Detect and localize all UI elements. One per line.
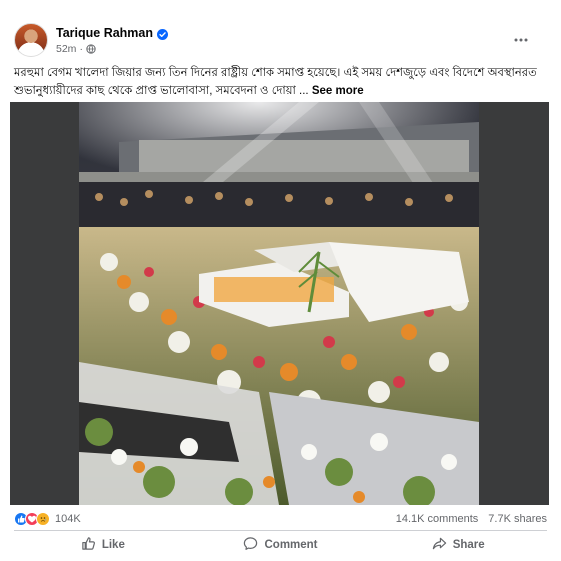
meta-separator: · xyxy=(79,42,83,55)
reaction-summary[interactable]: 104K xyxy=(14,512,81,526)
post-media[interactable] xyxy=(10,102,549,505)
verified-badge-icon xyxy=(157,27,169,40)
sad-reaction-icon xyxy=(36,512,50,526)
post-text: মরহুমা বেগম খালেদা জিয়ার জন্য তিন দিনের… xyxy=(14,64,544,100)
share-icon xyxy=(432,536,447,554)
author-block: Tarique Rahman 52m · xyxy=(56,26,169,55)
like-label: Like xyxy=(101,539,125,551)
post-body: মরহুমা বেগম খালেদা জিয়ার জন্য তিন দিনের… xyxy=(14,67,537,97)
post-time[interactable]: 52m xyxy=(56,43,76,55)
share-count[interactable]: 7.7K shares xyxy=(488,513,547,525)
stats-right: 14.1K comments 7.7K shares xyxy=(396,513,547,525)
reaction-count[interactable]: 104K xyxy=(55,513,81,525)
post-header: Tarique Rahman 52m · xyxy=(14,20,547,60)
share-button[interactable]: Share xyxy=(369,532,547,558)
comment-button[interactable]: Comment xyxy=(192,532,370,558)
comment-count[interactable]: 14.1K comments xyxy=(396,513,479,525)
post-stats: 104K 14.1K comments 7.7K shares xyxy=(14,510,547,528)
post-photo[interactable] xyxy=(79,102,479,505)
memorial-photo-illustration xyxy=(79,102,479,505)
action-divider xyxy=(14,530,547,531)
comment-icon xyxy=(243,536,258,554)
comment-label: Comment xyxy=(264,539,318,551)
thumbs-up-icon xyxy=(81,536,96,554)
author-name[interactable]: Tarique Rahman xyxy=(56,26,153,40)
post-actions: Like Comment Share xyxy=(14,532,547,558)
like-button[interactable]: Like xyxy=(14,532,192,558)
share-label: Share xyxy=(452,539,485,551)
author-row: Tarique Rahman xyxy=(56,26,169,40)
globe-icon[interactable] xyxy=(86,43,96,54)
author-avatar[interactable] xyxy=(14,23,48,57)
see-more-link[interactable]: See more xyxy=(312,85,364,97)
post-card: Tarique Rahman 52m · মরহুমা বেগম খালেদা … xyxy=(0,0,561,561)
more-options-icon[interactable] xyxy=(509,28,533,52)
post-meta: 52m · xyxy=(56,43,168,55)
